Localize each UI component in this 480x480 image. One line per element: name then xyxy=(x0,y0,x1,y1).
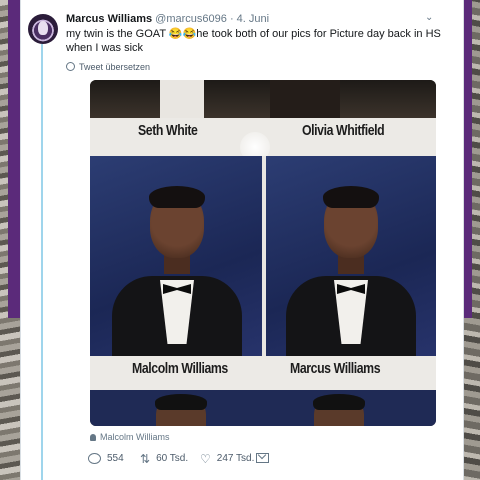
direct-message-button[interactable] xyxy=(256,453,269,463)
like-count: 247 Tsd. xyxy=(216,453,255,464)
yearbook-name-top-left: Seth White xyxy=(138,122,198,139)
yearbook-name-top-right: Olivia Whitfield xyxy=(302,122,385,139)
portrait-left xyxy=(90,156,262,356)
tweet-header: Marcus Williams @marcus6096 · 4. Juni xyxy=(66,13,269,25)
avatar[interactable] xyxy=(28,14,58,44)
yearbook-name-bottom-left: Malcolm Williams xyxy=(132,360,228,377)
reply-button[interactable]: 554 xyxy=(88,453,124,464)
yearbook-name-bottom-right: Marcus Williams xyxy=(290,360,381,377)
tweet-date[interactable]: 4. Juni xyxy=(237,13,269,25)
portrait-right xyxy=(266,156,436,356)
media-tag-label: Malcolm Williams xyxy=(100,432,170,442)
heart-icon: ♡ xyxy=(200,451,211,466)
thread-line xyxy=(41,44,43,480)
tweet-photo[interactable]: Seth White Olivia Whitfield Malcolm Will… xyxy=(90,80,436,426)
reply-icon xyxy=(88,453,101,464)
person-icon xyxy=(90,434,96,441)
retweet-count: 60 Tsd. xyxy=(156,453,189,464)
author-name[interactable]: Marcus Williams xyxy=(66,13,152,25)
author-handle[interactable]: @marcus6096 xyxy=(155,13,227,25)
tweet-text: my twin is the GOAT 😂😂he took both of ou… xyxy=(66,28,441,54)
retweet-icon: ⇅ xyxy=(140,451,151,466)
header-separator: · xyxy=(229,13,234,25)
retweet-button[interactable]: ⇅ 60 Tsd. xyxy=(140,451,189,466)
translate-link[interactable]: Tweet übersetzen xyxy=(66,62,150,72)
envelope-icon xyxy=(256,453,269,463)
translate-label: Tweet übersetzen xyxy=(79,62,151,72)
photo-bottom-row xyxy=(90,390,436,426)
media-tag[interactable]: Malcolm Williams xyxy=(90,432,170,442)
like-button[interactable]: ♡ 247 Tsd. xyxy=(200,451,255,466)
globe-icon xyxy=(66,62,75,71)
photo-top-strip xyxy=(90,80,436,120)
reply-count: 554 xyxy=(107,453,124,464)
chevron-down-icon[interactable]: ⌄ xyxy=(425,12,433,23)
